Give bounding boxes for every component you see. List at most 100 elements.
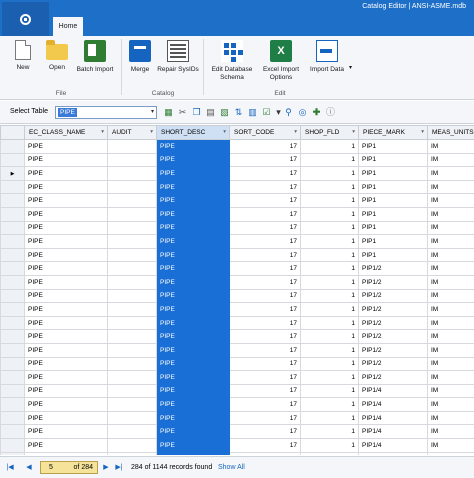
- table-cell[interactable]: [107, 370, 157, 385]
- table-cell[interactable]: [107, 424, 157, 440]
- table-cell[interactable]: [107, 220, 157, 236]
- first-record-icon[interactable]: |◀: [5, 462, 15, 474]
- table-cell[interactable]: PIP1/2: [358, 315, 428, 331]
- table-row[interactable]: PIPE PIPE 17 1 PIP1 IM: [0, 206, 474, 222]
- table-cell[interactable]: 17: [229, 438, 301, 453]
- table-cell[interactable]: 1: [300, 356, 359, 372]
- new-button[interactable]: New: [10, 40, 36, 72]
- row-selector[interactable]: [0, 179, 25, 195]
- edit-database-schema-button[interactable]: Edit Database Schema: [206, 40, 258, 82]
- chevron-down-icon[interactable]: ▾: [349, 64, 352, 72]
- table-cell[interactable]: 1: [300, 302, 359, 317]
- table-cell[interactable]: IM: [427, 438, 474, 453]
- table-cell[interactable]: [107, 438, 157, 453]
- row-selector[interactable]: [0, 438, 25, 453]
- column-icon[interactable]: ▥: [247, 106, 258, 118]
- page-navigator[interactable]: 5 of 284: [40, 461, 98, 474]
- table-row[interactable]: PIPE PIPE 17 1 PIP1 IM: [0, 234, 474, 249]
- table-cell[interactable]: IM: [427, 370, 474, 385]
- table-cell[interactable]: 17: [229, 383, 301, 399]
- table-row[interactable]: PIPEPIPE171PIP1/4IM: [0, 424, 474, 440]
- table-cell[interactable]: 1: [300, 370, 359, 385]
- row-selector[interactable]: [0, 342, 25, 358]
- table-cell[interactable]: PIP1: [358, 179, 428, 195]
- table-cell[interactable]: PIPE: [24, 342, 108, 358]
- table-cell[interactable]: 17: [229, 193, 301, 208]
- row-selector[interactable]: [0, 193, 25, 208]
- row-selector[interactable]: [0, 315, 25, 331]
- table-row[interactable]: PIPE PIPE 17 1 PIP1 IM: [0, 193, 474, 208]
- table-cell[interactable]: 17: [229, 451, 301, 455]
- table-cell[interactable]: PIP1: [358, 234, 428, 249]
- table-cell[interactable]: 1: [300, 383, 359, 399]
- table-cell[interactable]: [107, 193, 157, 208]
- table-cell[interactable]: [107, 342, 157, 358]
- table-cell[interactable]: 1: [300, 438, 359, 453]
- table-row[interactable]: PIPE PIPE 17 1 PIP1/2 IM: [0, 315, 474, 331]
- table-cell[interactable]: 1: [300, 220, 359, 236]
- find-replace-icon[interactable]: ⚲: [283, 106, 294, 118]
- table-cell[interactable]: PIPE: [156, 397, 230, 412]
- row-selector[interactable]: [0, 288, 25, 304]
- table-cell[interactable]: [107, 397, 157, 412]
- table-cell[interactable]: PIPE: [24, 438, 108, 453]
- table-cell[interactable]: PIPE: [156, 424, 230, 440]
- table-cell[interactable]: 1: [300, 424, 359, 440]
- table-cell[interactable]: PIP1/2: [358, 329, 428, 344]
- open-button[interactable]: Open: [43, 40, 71, 72]
- table-cell[interactable]: [107, 179, 157, 195]
- table-cell[interactable]: 1: [300, 139, 359, 154]
- table-row[interactable]: PIPE PIPE 17 1 PIP1/2 IM: [0, 329, 474, 344]
- table-cell[interactable]: [107, 288, 157, 304]
- table-cell[interactable]: PIPE: [24, 274, 108, 290]
- table-cell[interactable]: PIPE: [24, 424, 108, 440]
- table-cell[interactable]: PIP1/2: [358, 356, 428, 372]
- table-cell[interactable]: 1: [300, 152, 359, 168]
- table-cell[interactable]: PIPE: [156, 438, 230, 453]
- table-cell[interactable]: [107, 410, 157, 426]
- table-cell[interactable]: PIPE: [24, 152, 108, 168]
- table-cell[interactable]: 17: [229, 288, 301, 304]
- table-cell[interactable]: IM: [427, 410, 474, 426]
- table-cell[interactable]: 17: [229, 410, 301, 426]
- table-row[interactable]: PIPEPIPE171PIP1/4IM: [0, 451, 474, 455]
- table-cell[interactable]: [107, 139, 157, 154]
- table-cell[interactable]: [107, 315, 157, 331]
- table-cell[interactable]: PIPE: [24, 261, 108, 276]
- table-row[interactable]: PIPE PIPE 17 1 PIP1 IM: [0, 220, 474, 236]
- table-cell[interactable]: IM: [427, 288, 474, 304]
- table-cell[interactable]: IM: [427, 247, 474, 263]
- column-header[interactable]: SHORT_DESC ▾: [156, 125, 230, 140]
- table-cell[interactable]: IM: [427, 424, 474, 440]
- table-cell[interactable]: IM: [427, 166, 474, 181]
- row-selector[interactable]: [0, 261, 25, 276]
- table-cell[interactable]: PIPE: [24, 234, 108, 249]
- table-cell[interactable]: PIPE: [156, 315, 230, 331]
- table-cell[interactable]: 1: [300, 179, 359, 195]
- row-selector[interactable]: [0, 397, 25, 412]
- table-cell[interactable]: PIP1/2: [358, 261, 428, 276]
- table-cell[interactable]: 1: [300, 274, 359, 290]
- table-cell[interactable]: 17: [229, 274, 301, 290]
- next-record-icon[interactable]: ▶: [101, 462, 111, 474]
- column-filter-chevron-icon[interactable]: ▾: [352, 129, 355, 135]
- table-cell[interactable]: PIPE: [24, 302, 108, 317]
- table-cell[interactable]: [107, 234, 157, 249]
- table-cell[interactable]: 1: [300, 193, 359, 208]
- table-cell[interactable]: [107, 356, 157, 372]
- table-cell[interactable]: 1: [300, 206, 359, 222]
- table-cell[interactable]: PIPE: [156, 179, 230, 195]
- row-selector[interactable]: [0, 220, 25, 236]
- table-cell[interactable]: PIPE: [156, 206, 230, 222]
- current-page[interactable]: 5: [49, 464, 53, 471]
- table-cell[interactable]: PIPE: [156, 261, 230, 276]
- fill-icon[interactable]: ▧: [219, 106, 230, 118]
- table-cell[interactable]: PIPE: [24, 288, 108, 304]
- table-cell[interactable]: [107, 451, 157, 455]
- table-cell[interactable]: 17: [229, 220, 301, 236]
- table-cell[interactable]: PIPE: [24, 193, 108, 208]
- table-cell[interactable]: 1: [300, 234, 359, 249]
- column-filter-chevron-icon[interactable]: ▾: [223, 129, 226, 135]
- table-cell[interactable]: PIPE: [156, 288, 230, 304]
- row-selector[interactable]: [0, 274, 25, 290]
